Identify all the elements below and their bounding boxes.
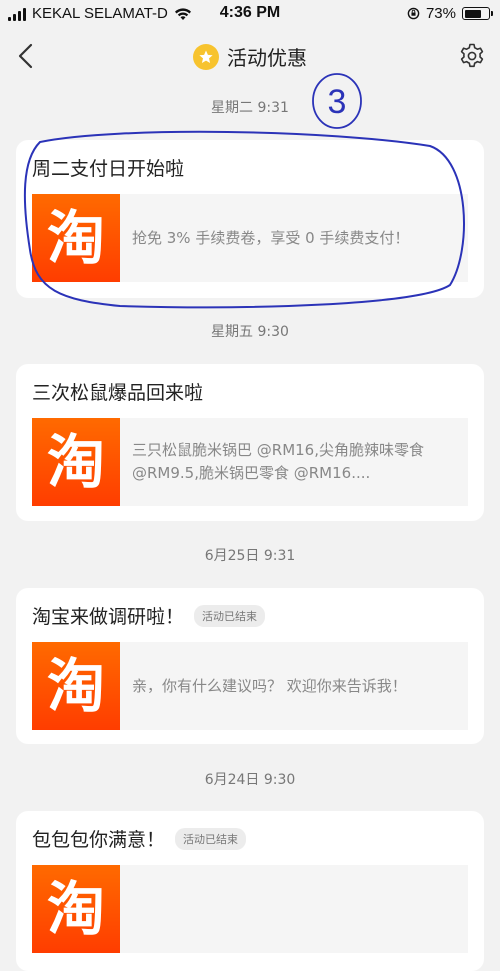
card-header: 三次松鼠爆品回来啦: [32, 378, 203, 405]
taobao-logo: 淘: [32, 642, 120, 730]
page-title: 活动优惠: [227, 46, 307, 70]
star-badge-icon: [193, 43, 219, 70]
nav-title-group: 活动优惠: [0, 42, 500, 71]
status-right: 73%: [407, 5, 493, 22]
card-title: 周二支付日开始啦: [32, 158, 185, 180]
card-content: 淘 亲，你有什么建议吗？ 欢迎你来告诉我！: [32, 642, 468, 730]
card-content: 淘 抢免 3% 手续费卷，享受 0 手续费支付！: [32, 194, 468, 282]
message-card[interactable]: 淘宝来做调研啦！ 活动已结束 淘 亲，你有什么建议吗？ 欢迎你来告诉我！: [16, 588, 484, 744]
card-title: 三次松鼠爆品回来啦: [32, 382, 204, 404]
card-content: 淘 三只松鼠脆米锅巴 @RM16,尖角脆辣味零食 @RM9.5,脆米锅巴零食 @…: [32, 418, 468, 506]
message-card[interactable]: 周二支付日开始啦 淘 抢免 3% 手续费卷，享受 0 手续费支付！: [16, 140, 484, 298]
card-description: [120, 865, 144, 953]
message-card[interactable]: 包包包你满意！ 活动已结束 淘: [16, 811, 484, 971]
taobao-logo: 淘: [32, 865, 120, 953]
message-timestamp: 星期五 9:30: [211, 324, 289, 340]
card-description: 亲，你有什么建议吗？ 欢迎你来告诉我！: [132, 676, 407, 695]
status-bar: KEKAL SELAMAT-D 4:36 PM 73%: [0, 0, 500, 30]
gear-icon[interactable]: [458, 42, 486, 70]
message-timestamp: 星期二 9:31: [211, 100, 289, 116]
status-badge: 活动已结束: [194, 604, 266, 627]
nav-bar: 活动优惠: [0, 30, 500, 82]
battery-percent: 73%: [425, 5, 456, 22]
rotation-lock-icon: [407, 7, 420, 20]
card-title: 淘宝来做调研啦！: [32, 606, 185, 628]
card-description: 抢免 3% 手续费卷，享受 0 手续费支付！: [132, 228, 410, 247]
battery-icon: [462, 7, 493, 20]
status-badge: 活动已结束: [175, 827, 247, 850]
card-description: 三只松鼠脆米锅巴 @RM16,尖角脆辣味零食 @RM9.5,脆米锅巴零食 @RM…: [132, 441, 424, 482]
taobao-logo: 淘: [32, 194, 120, 282]
card-header: 淘宝来做调研啦！ 活动已结束: [32, 602, 266, 629]
card-title: 包包包你满意！: [32, 829, 166, 851]
card-content: 淘: [32, 865, 468, 953]
card-header: 包包包你满意！ 活动已结束: [32, 825, 247, 852]
message-timestamp: 6月24日 9:30: [204, 772, 296, 788]
message-card[interactable]: 三次松鼠爆品回来啦 淘 三只松鼠脆米锅巴 @RM16,尖角脆辣味零食 @RM9.…: [16, 364, 484, 521]
taobao-logo: 淘: [32, 418, 120, 506]
card-header: 周二支付日开始啦: [32, 154, 184, 181]
message-timestamp: 6月25日 9:31: [204, 548, 296, 564]
battery-fill: [464, 9, 482, 18]
